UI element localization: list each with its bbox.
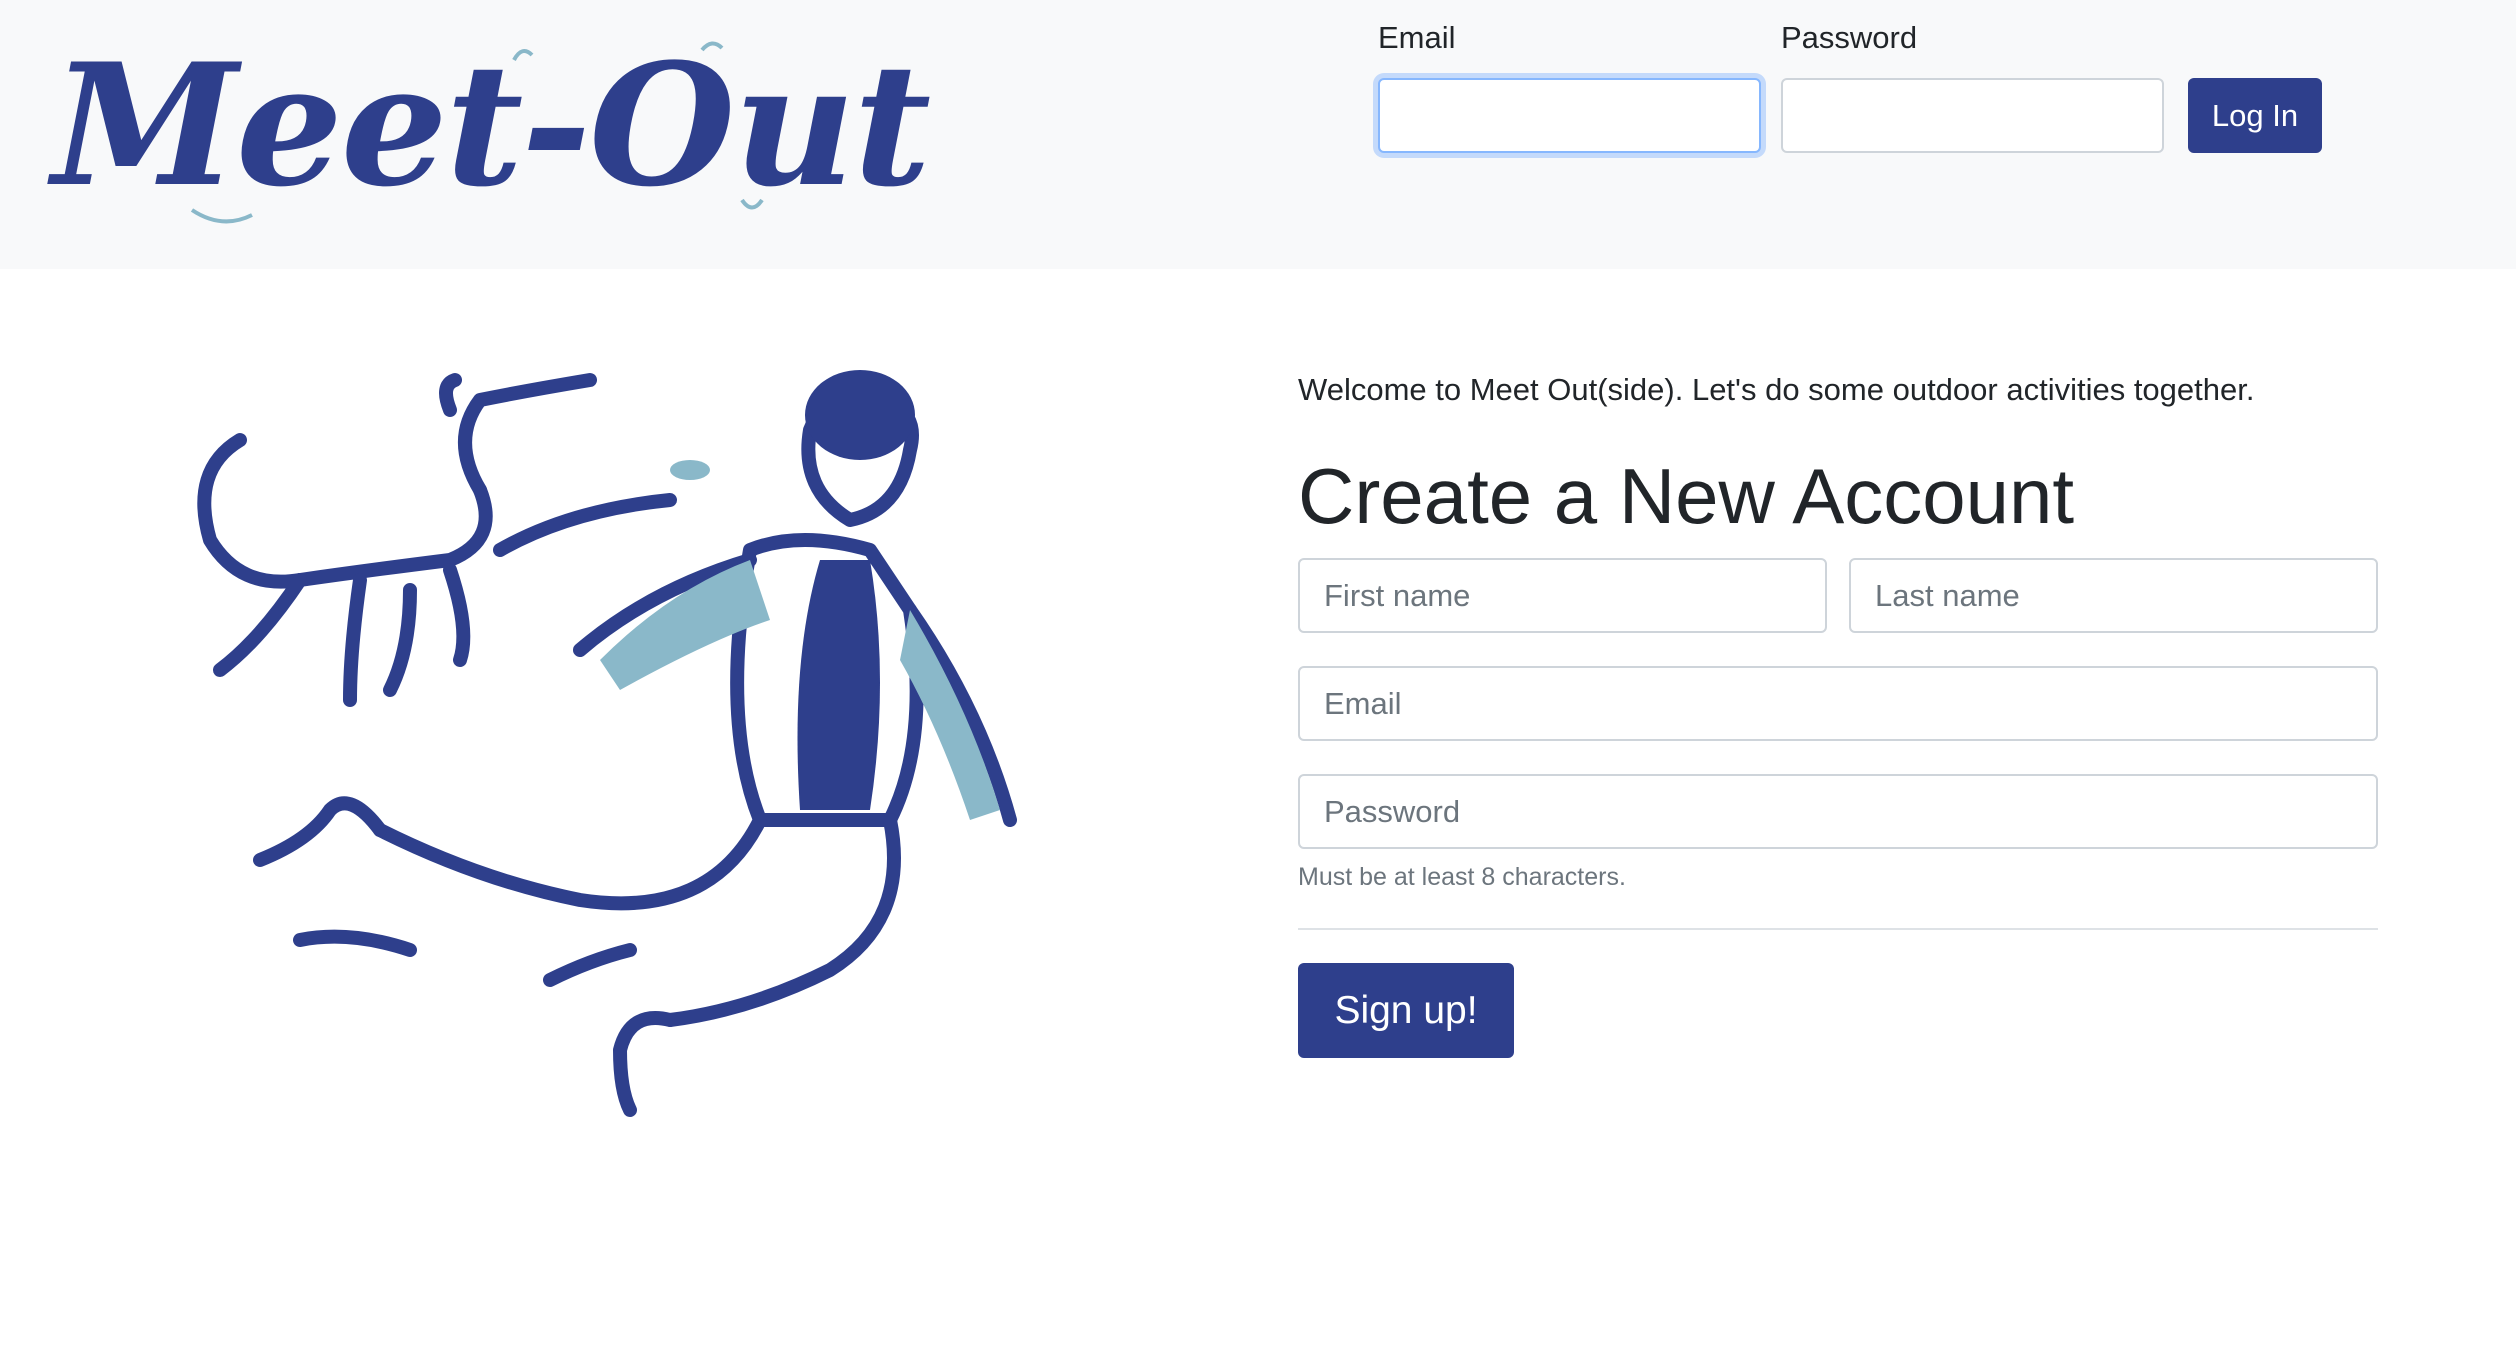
login-email-label: Email	[1378, 20, 1456, 55]
person-shoe-right	[613, 1011, 677, 1117]
signup-password-field[interactable]: Password	[1298, 774, 2378, 849]
person-shoe-left	[253, 796, 387, 867]
first-name-field[interactable]: First name	[1298, 558, 1827, 633]
motion-line-3	[543, 943, 637, 987]
dog-hind-leg	[443, 563, 471, 667]
dog-leg2	[383, 583, 417, 697]
dog-front-leg	[213, 573, 307, 677]
password-hint: Must be at least 8 characters.	[1298, 863, 1626, 891]
first-name-placeholder: First name	[1324, 577, 1471, 613]
signup-email-placeholder: Email	[1324, 685, 1402, 721]
dog-body	[293, 483, 493, 587]
dog-head	[458, 373, 597, 497]
dog-ear	[439, 373, 462, 417]
logo-text: Meet-Out	[52, 26, 931, 224]
dog-tail	[197, 433, 307, 589]
brand-logo[interactable]: Meet-Out	[52, 30, 931, 230]
signup-email-field[interactable]: Email	[1298, 666, 2378, 741]
motion-line-1	[493, 493, 677, 557]
divider	[1298, 928, 2378, 930]
dog-leg	[343, 573, 367, 707]
hair-fill	[805, 370, 915, 460]
motion-line-2	[293, 929, 417, 957]
signup-button[interactable]: Sign up!	[1298, 963, 1514, 1058]
person-leg-right	[663, 813, 901, 1027]
page-title: Create a New Account	[1298, 452, 2075, 540]
login-button[interactable]: Log In	[2188, 78, 2322, 153]
dog-tongue	[670, 460, 710, 480]
shirt-fill	[797, 560, 880, 810]
top-navbar: Meet-Out Email Password Log In	[0, 0, 2516, 269]
signup-password-placeholder: Password	[1324, 793, 1461, 829]
person-jumping-with-dog-illustration	[197, 370, 1017, 1117]
login-password-input[interactable]	[1781, 78, 2164, 153]
last-name-field[interactable]: Last name	[1849, 558, 2378, 633]
last-name-placeholder: Last name	[1875, 577, 2020, 613]
person-leg-left	[373, 813, 767, 911]
welcome-text: Welcome to Meet Out(side). Let's do some…	[1298, 372, 2255, 407]
login-password-label: Password	[1781, 20, 1918, 55]
login-email-input[interactable]	[1378, 78, 1761, 153]
